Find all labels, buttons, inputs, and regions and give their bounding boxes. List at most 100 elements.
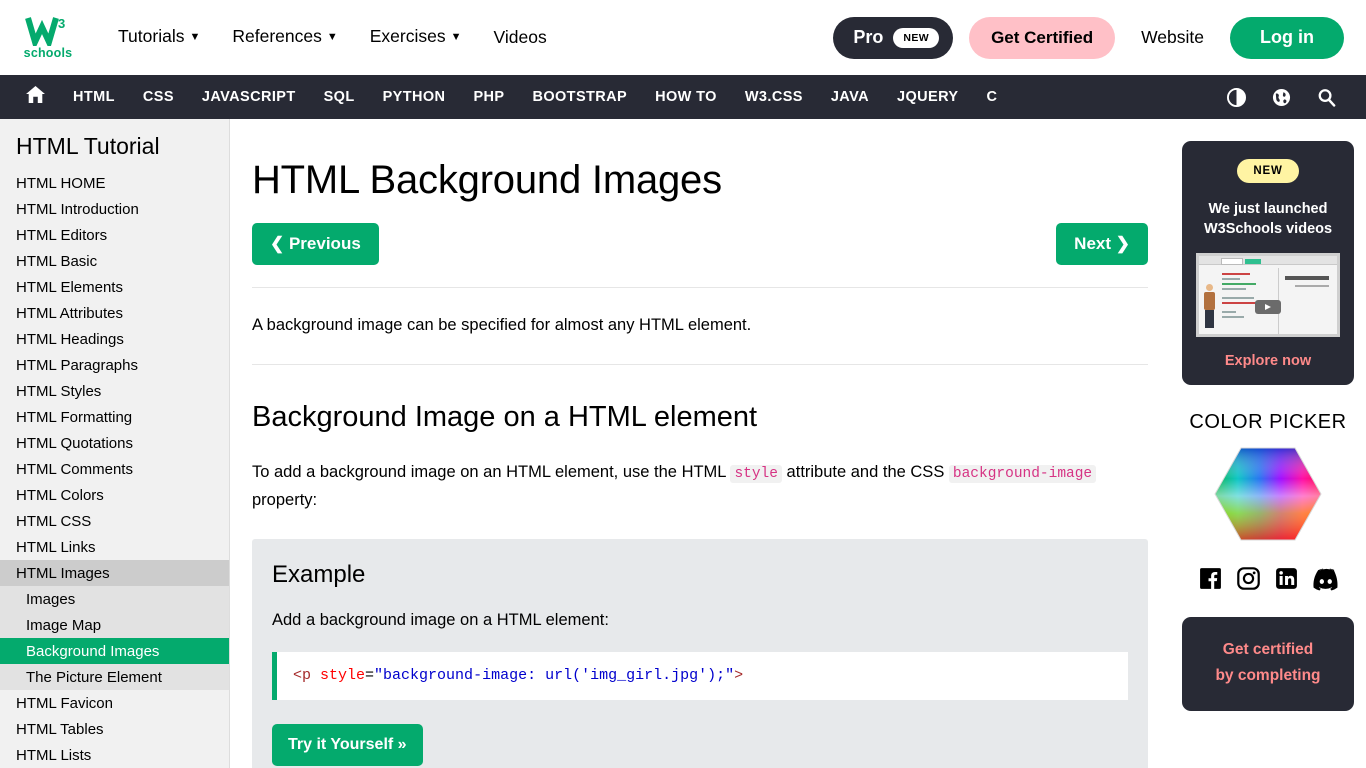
example-box: Example Add a background image on a HTML… [252, 539, 1148, 768]
thumbnail-person-illustration [1204, 284, 1216, 330]
certify-card-line2: by completing [1215, 667, 1321, 684]
nav-item-css[interactable]: CSS [129, 89, 188, 105]
thumbnail-code-line [1222, 288, 1246, 290]
try-it-yourself-button[interactable]: Try it Yourself » [272, 724, 423, 766]
sidebar-item-image-map[interactable]: Image Map [0, 612, 229, 638]
sidebar-item-html-attributes[interactable]: HTML Attributes [0, 300, 229, 326]
sidebar-item-html-basic[interactable]: HTML Basic [0, 248, 229, 274]
main-content: HTML Background Images ❮ Previous Next ❯… [230, 119, 1170, 768]
nav-item-how-to[interactable]: HOW TO [641, 89, 731, 105]
social-links [1182, 566, 1354, 591]
content-divider [252, 287, 1148, 288]
paragraph-text-3: property: [252, 491, 318, 509]
intro-paragraph: A background image can be specified for … [252, 316, 752, 334]
pro-new-badge: NEW [893, 27, 940, 48]
sidebar-item-html-colors[interactable]: HTML Colors [0, 482, 229, 508]
header-nav-exercises[interactable]: Exercises ▼ [354, 0, 478, 77]
nav-item-jquery[interactable]: JQUERY [883, 89, 973, 105]
nav-item-python[interactable]: PYTHON [369, 89, 460, 105]
get-certified-card[interactable]: Get certified by completing [1182, 617, 1354, 711]
example-description: Add a background image on a HTML element… [272, 611, 609, 629]
svg-text:3: 3 [58, 16, 65, 31]
nav-item-html[interactable]: HTML [59, 89, 129, 105]
pro-button[interactable]: Pro NEW [833, 16, 954, 59]
header-nav-tutorials-label: Tutorials [118, 25, 185, 46]
left-sidebar[interactable]: HTML Tutorial HTML HOME HTML Introductio… [0, 119, 230, 768]
get-certified-button[interactable]: Get Certified [969, 16, 1116, 59]
video-promo-heading-line2: W3Schools videos [1203, 221, 1333, 237]
sidebar-item-html-favicon[interactable]: HTML Favicon [0, 690, 229, 716]
sidebar-item-html-home[interactable]: HTML HOME [0, 170, 229, 196]
sidebar-item-the-picture-element[interactable]: The Picture Element [0, 664, 229, 690]
page-title: HTML Background Images [252, 158, 722, 202]
inline-code-style: style [730, 465, 782, 483]
nav-item-sql[interactable]: SQL [310, 89, 369, 105]
sidebar-item-html-images[interactable]: HTML Images [0, 560, 229, 586]
sidebar-item-html-headings[interactable]: HTML Headings [0, 326, 229, 352]
search-icon[interactable] [1317, 88, 1336, 107]
nav-item-javascript[interactable]: JAVASCRIPT [188, 89, 310, 105]
header-nav-tutorials[interactable]: Tutorials ▼ [102, 0, 216, 77]
sidebar-item-html-elements[interactable]: HTML Elements [0, 274, 229, 300]
top-header: 3 schools Tutorials ▼ References ▼ Exercis… [0, 0, 1366, 75]
sidebar-item-images[interactable]: Images [0, 586, 229, 612]
sidebar-item-background-images[interactable]: Background Images [0, 638, 229, 664]
header-nav-references[interactable]: References ▼ [216, 0, 353, 77]
sidebar-item-html-lists[interactable]: HTML Lists [0, 742, 229, 768]
instagram-icon[interactable] [1236, 566, 1261, 591]
code-block[interactable]: <p style="background-image: url('img_gir… [272, 652, 1128, 700]
sidebar-item-html-tables[interactable]: HTML Tables [0, 716, 229, 742]
contrast-icon[interactable] [1227, 87, 1246, 107]
globe-icon[interactable] [1272, 88, 1291, 107]
sidebar-item-html-css[interactable]: HTML CSS [0, 508, 229, 534]
video-promo-heading-line1: We just launched [1208, 201, 1328, 217]
code-token-value: "background-image: url('img_girl.jpg');" [374, 667, 735, 684]
next-button[interactable]: Next ❯ [1056, 223, 1148, 265]
thumbnail-code-line [1222, 297, 1254, 299]
nav-item-php[interactable]: PHP [459, 89, 518, 105]
thumbnail-tab [1221, 258, 1243, 265]
sidebar-item-html-introduction[interactable]: HTML Introduction [0, 196, 229, 222]
sidebar-item-html-comments[interactable]: HTML Comments [0, 456, 229, 482]
logo-schools-text: schools [23, 45, 73, 60]
thumbnail-code-line [1222, 283, 1256, 285]
thumbnail-browser-chrome [1199, 256, 1337, 265]
w3schools-logo[interactable]: 3 schools [20, 12, 76, 64]
sidebar-item-html-paragraphs[interactable]: HTML Paragraphs [0, 352, 229, 378]
sidebar-item-html-styles[interactable]: HTML Styles [0, 378, 229, 404]
code-token-equals: = [365, 667, 375, 684]
video-thumbnail[interactable] [1196, 253, 1340, 337]
video-promo-card[interactable]: NEW We just launched W3Schools videos Ex… [1182, 141, 1354, 385]
thumbnail-preview-line [1295, 285, 1329, 287]
header-actions: Pro NEW Get Certified Website Log in [833, 16, 1344, 59]
header-nav-references-label: References [232, 25, 322, 46]
sidebar-title: HTML Tutorial [16, 133, 160, 159]
content-divider-2 [252, 364, 1148, 365]
nav-item-c[interactable]: C [972, 89, 1011, 105]
explore-now-link[interactable]: Explore now [1196, 353, 1340, 369]
nav-item-java[interactable]: JAVA [817, 89, 883, 105]
code-token-tag-open: <p [293, 667, 321, 684]
chevron-down-icon: ▼ [189, 30, 201, 43]
w3-logo-icon: 3 [22, 16, 74, 46]
discord-icon[interactable] [1312, 566, 1339, 591]
facebook-icon[interactable] [1198, 566, 1223, 591]
login-button[interactable]: Log in [1230, 16, 1344, 59]
color-hexagon-icon[interactable] [1182, 446, 1354, 542]
sidebar-item-html-formatting[interactable]: HTML Formatting [0, 404, 229, 430]
nav-item-w3css[interactable]: W3.CSS [731, 89, 817, 105]
website-link[interactable]: Website [1141, 27, 1204, 48]
inline-code-background-image: background-image [948, 465, 1097, 483]
header-nav-videos[interactable]: Videos [478, 0, 563, 75]
video-new-badge: NEW [1237, 159, 1299, 183]
play-button-icon[interactable] [1255, 300, 1281, 314]
sidebar-item-html-editors[interactable]: HTML Editors [0, 222, 229, 248]
thumbnail-code-line [1222, 273, 1250, 275]
linkedin-icon[interactable] [1274, 566, 1299, 591]
previous-button[interactable]: ❮ Previous [252, 223, 379, 265]
nav-item-bootstrap[interactable]: BOOTSTRAP [518, 89, 641, 105]
nav-home-link[interactable] [12, 86, 59, 108]
sidebar-item-html-quotations[interactable]: HTML Quotations [0, 430, 229, 456]
sidebar-item-html-links[interactable]: HTML Links [0, 534, 229, 560]
thumbnail-preview-title [1285, 276, 1329, 280]
